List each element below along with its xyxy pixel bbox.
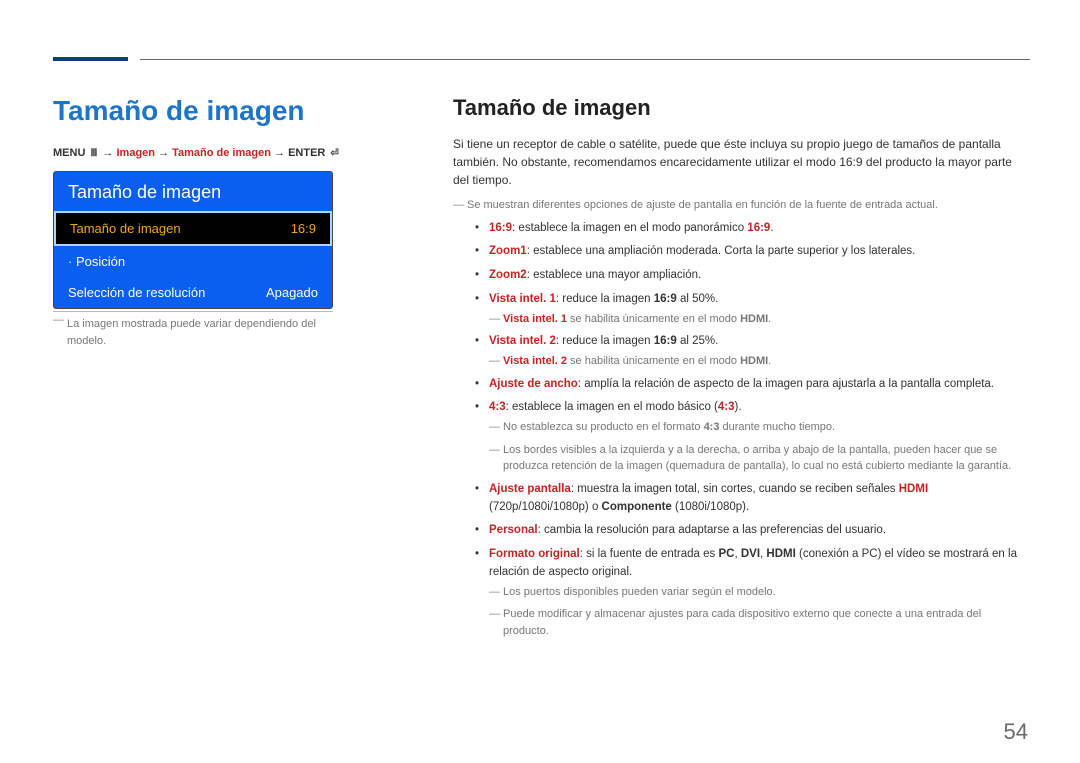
43-note-1: No establezca su producto en el formato … <box>489 419 1030 436</box>
option-4-3: 4:3: establece la imagen en el modo bási… <box>479 399 1030 474</box>
term: Zoom2 <box>489 269 527 281</box>
osd-row-value: Apagado <box>266 285 318 300</box>
term: Vista intel. 1 <box>489 293 556 305</box>
right-column: Tamaño de imagen Si tiene un receptor de… <box>453 95 1030 639</box>
term: 16:9 <box>489 222 512 234</box>
bc-tamano: Tamaño de imagen <box>172 147 271 159</box>
left-column: Tamaño de imagen MENU Ⅲ → Imagen → Tamañ… <box>53 95 393 355</box>
option-formato-original: Formato original: si la fuente de entrad… <box>479 546 1030 639</box>
accent-bar <box>53 57 128 61</box>
osd-row-value: 16:9 <box>291 221 316 236</box>
osd-row-posicion[interactable]: Posición <box>54 246 332 277</box>
page-number: 54 <box>1004 719 1028 745</box>
store-settings-note: Puede modificar y almacenar ajustes para… <box>489 606 1030 639</box>
43-note-2: Los bordes visibles a la izquierda y a l… <box>489 442 1030 475</box>
osd-menu: Tamaño de imagen Tamaño de imagen 16:9 P… <box>53 171 333 309</box>
term: Formato original <box>489 548 580 560</box>
term: Zoom1 <box>489 245 527 257</box>
osd-row-label: Selección de resolución <box>68 285 205 300</box>
option-zoom1: Zoom1: establece una ampliación moderada… <box>479 243 1030 261</box>
intro-paragraph: Si tiene un receptor de cable o satélite… <box>453 135 1030 189</box>
osd-row-label: Tamaño de imagen <box>70 221 181 236</box>
bc-sep: → <box>158 147 172 159</box>
osd-menu-title: Tamaño de imagen <box>54 172 332 211</box>
term: 4:3 <box>489 401 506 413</box>
term: Vista intel. 2 <box>489 335 556 347</box>
term: Personal <box>489 524 538 536</box>
option-vista1: Vista intel. 1: reduce la imagen 16:9 al… <box>479 291 1030 327</box>
menu-icon: Ⅲ <box>88 148 99 159</box>
bc-sep: → <box>102 147 116 159</box>
term: Ajuste pantalla <box>489 483 571 495</box>
section-heading-left: Tamaño de imagen <box>53 95 393 127</box>
enter-icon: ⏎ <box>328 148 340 159</box>
page-content: Tamaño de imagen MENU Ⅲ → Imagen → Tamañ… <box>53 95 1030 743</box>
option-zoom2: Zoom2: establece una mayor ampliación. <box>479 267 1030 285</box>
option-ajuste-pantalla: Ajuste pantalla: muestra la imagen total… <box>479 481 1030 517</box>
options-list: 16:9: establece la imagen en el modo pan… <box>453 220 1030 640</box>
bc-sep: → <box>274 147 288 159</box>
vista1-note: Vista intel. 1 se habilita únicamente en… <box>489 311 1030 328</box>
bc-enter: ENTER <box>288 147 325 159</box>
vista2-note: Vista intel. 2 se habilita únicamente en… <box>489 353 1030 370</box>
term: Ajuste de ancho <box>489 378 578 390</box>
header-rule <box>140 59 1030 60</box>
section-heading-right: Tamaño de imagen <box>453 95 1030 121</box>
option-16-9: 16:9: establece la imagen en el modo pan… <box>479 220 1030 238</box>
input-source-note: Se muestran diferentes opciones de ajust… <box>453 197 1030 214</box>
bc-menu: MENU <box>53 147 85 159</box>
osd-row-resolucion[interactable]: Selección de resolución Apagado <box>54 277 332 308</box>
option-vista2: Vista intel. 2: reduce la imagen 16:9 al… <box>479 333 1030 369</box>
option-personal: Personal: cambia la resolución para adap… <box>479 522 1030 540</box>
osd-row-label: Posición <box>68 254 125 269</box>
osd-row-tamano[interactable]: Tamaño de imagen 16:9 <box>54 211 332 246</box>
menu-path: MENU Ⅲ → Imagen → Tamaño de imagen → ENT… <box>53 147 393 159</box>
model-vary-note: La imagen mostrada puede variar dependie… <box>53 311 333 349</box>
bc-imagen: Imagen <box>116 147 155 159</box>
option-ajuste-ancho: Ajuste de ancho: amplía la relación de a… <box>479 376 1030 394</box>
ports-vary-note: Los puertos disponibles pueden variar se… <box>489 584 1030 601</box>
